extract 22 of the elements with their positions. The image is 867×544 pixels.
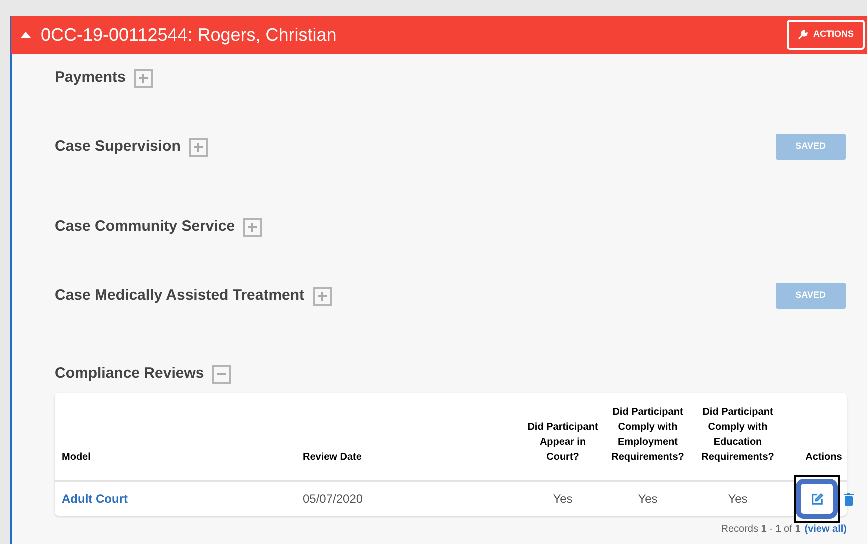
column-header: Model xyxy=(62,451,91,465)
column-header: Did Participant Appear in Court? xyxy=(526,421,600,465)
table-cell: Yes xyxy=(553,492,573,506)
saved-badge: SAVED xyxy=(776,283,846,309)
column-header: Did Participant Comply with Employment Requirements? xyxy=(610,406,686,465)
table-cell: 05/07/2020 xyxy=(303,492,364,506)
model-link[interactable]: Adult Court xyxy=(62,492,128,506)
actions-button[interactable]: ACTIONS xyxy=(786,20,865,50)
column-header: Did Participant Comply with Education Requirements? xyxy=(700,406,776,465)
section-title: Case Medically Assisted Treatment xyxy=(55,286,305,306)
section-title: Case Community Service xyxy=(55,216,236,237)
column-header: Review Date xyxy=(303,451,362,465)
view-all-link[interactable]: (view all) xyxy=(804,524,847,536)
saved-badge: SAVED xyxy=(776,134,846,160)
section-title: Payments xyxy=(55,68,126,88)
table-cell: Yes xyxy=(638,492,658,506)
section-title: Case Supervision xyxy=(55,136,181,157)
table-cell: Yes xyxy=(728,492,748,506)
section-title: Compliance Reviews xyxy=(55,364,204,384)
column-header: Actions xyxy=(806,451,842,465)
case-title: 0CC-19-00112544: Rogers, Christian xyxy=(41,24,337,47)
records-count: Records 1 - 1 of 1 xyxy=(721,524,801,536)
